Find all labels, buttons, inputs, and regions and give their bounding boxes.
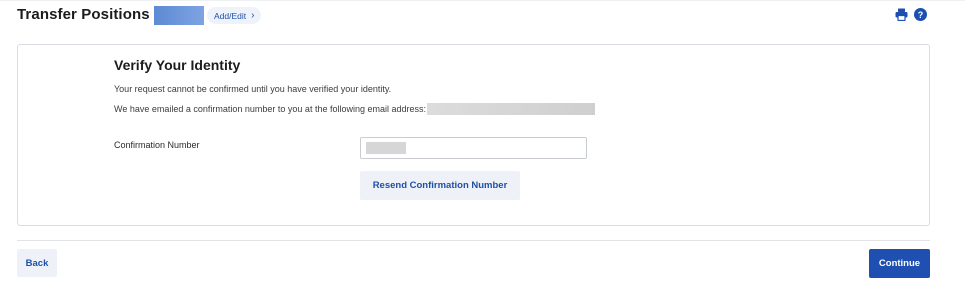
confirmation-value-redacted xyxy=(366,142,406,154)
confirmation-number-label: Confirmation Number xyxy=(114,140,200,150)
resend-confirmation-button[interactable]: Resend Confirmation Number xyxy=(360,171,520,200)
back-button[interactable]: Back xyxy=(17,249,57,277)
footer-divider xyxy=(17,240,930,241)
chevron-right-icon: › xyxy=(251,9,255,21)
help-icon[interactable]: ? xyxy=(914,8,927,21)
email-address-redacted xyxy=(427,103,595,115)
print-icon[interactable] xyxy=(895,8,908,21)
verify-heading: Verify Your Identity xyxy=(114,57,241,73)
emailed-message: We have emailed a confirmation number to… xyxy=(114,103,595,115)
page-title: Transfer Positions xyxy=(17,6,150,23)
add-edit-link[interactable]: Add/Edit › xyxy=(207,7,262,24)
continue-button[interactable]: Continue xyxy=(869,249,930,278)
unconfirmed-message: Your request cannot be confirmed until y… xyxy=(114,84,392,94)
account-selector-redacted[interactable] xyxy=(154,6,204,25)
top-divider xyxy=(0,0,965,1)
help-glyph: ? xyxy=(917,9,924,20)
verify-identity-card: Verify Your Identity Your request cannot… xyxy=(17,44,930,226)
add-edit-label: Add/Edit xyxy=(214,10,247,21)
confirmation-number-input[interactable] xyxy=(360,137,587,159)
emailed-message-text: We have emailed a confirmation number to… xyxy=(114,104,426,114)
